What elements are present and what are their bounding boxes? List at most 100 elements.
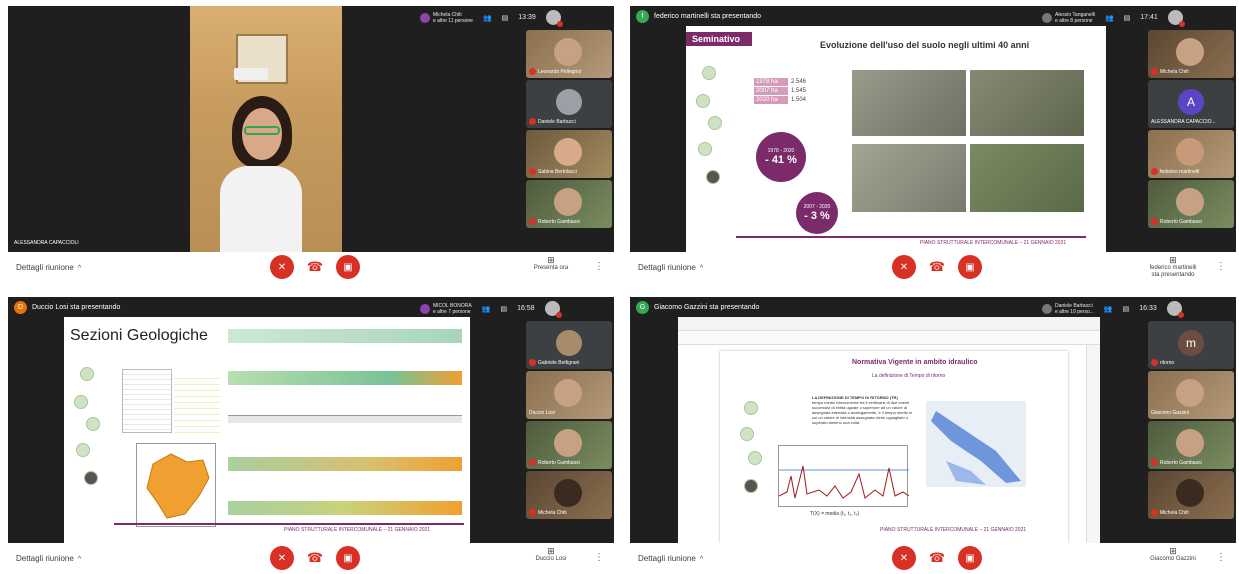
shared-pdf-window: Normativa Vigente in ambito idraulico La… [678,317,1100,543]
meeting-details[interactable]: Dettagli riunione ^ [16,554,81,563]
mic-toggle-button[interactable]: ✕ [270,255,294,279]
pdf-toolbar[interactable] [678,331,1100,345]
participants-summary[interactable]: Michela Chiti e altre 11 persone [420,12,473,24]
present-button[interactable]: ⊞ Giacomo Gazzini [1146,546,1200,563]
more-options-icon[interactable]: ⋮ [594,261,604,272]
slide-subtitle: La definizione di Tempo di ritorno [872,373,946,379]
participant-tile[interactable]: Sabina Bertolacci [526,130,612,178]
camera-toggle-button[interactable]: ▣ [958,546,982,570]
present-button[interactable]: ⊞ Presenta ora [524,256,578,272]
slide-title: Sezioni Geologiche [70,327,208,344]
participants-summary[interactable]: Alessio Tanganelli e altre 8 persone [1042,12,1095,24]
geo-section [228,457,462,471]
chevron-up-icon: ^ [699,556,704,563]
camera-toggle-button[interactable]: ▣ [336,546,360,570]
geo-section [228,501,462,515]
meeting-panel-4: G Giacomo Gazzini sta presentando Normat… [630,297,1236,543]
camera-toggle-button[interactable]: ▣ [958,255,982,279]
chat-icon[interactable]: ▤ [1124,14,1131,22]
chat-icon[interactable]: ▤ [1123,305,1130,313]
meeting-details[interactable]: Dettagli riunione ^ [638,263,703,272]
participant-tile[interactable]: Michela Chiti [526,471,612,519]
participant-tile[interactable]: Daniele Barbucci [526,80,612,128]
slide-title: Normativa Vigente in ambito idraulico [852,359,978,366]
people-icon[interactable]: 👥 [482,305,491,313]
self-view-avatar[interactable] [1167,10,1185,27]
participant-tile[interactable]: Roberto Gambassi [526,180,612,228]
mic-off-icon [1151,359,1158,366]
top-tray: Alessio Tanganelli e altre 8 persone 👥 ▤ … [1042,10,1185,27]
hang-up-button[interactable]: ☎ [925,255,949,279]
participant-tile[interactable]: Gabriele Bettigrani [526,321,612,369]
participant-tile[interactable]: Giacomo Gazzini [1148,371,1234,419]
participants-summary[interactable]: MICOL BONORA e altre 7 persone [420,303,472,315]
meeting-panel-3: D Duccio Losi sta presentando Sezioni Ge… [8,297,614,543]
footer-line [114,523,464,525]
participant-tile[interactable]: Michela Chiti [1148,471,1234,519]
slide-title: Evoluzione dell'uso del suolo negli ulti… [820,40,1030,50]
meeting-details[interactable]: Dettagli riunione ^ [638,554,703,563]
top-tray: Michela Chiti e altre 11 persone 👥 ▤ 13:3… [420,10,563,27]
participant-tile[interactable]: Leonardo Pellegrini [526,30,612,78]
hang-up-button[interactable]: ☎ [303,546,327,570]
people-icon[interactable]: 👥 [1105,14,1114,22]
mic-off-icon [1151,168,1158,175]
clock: 16:58 [517,305,535,312]
more-options-icon[interactable]: ⋮ [1216,552,1226,563]
mic-off-icon [1151,509,1158,516]
more-options-icon[interactable]: ⋮ [594,552,604,563]
chat-icon[interactable]: ▤ [502,14,509,22]
present-button[interactable]: ⊞ federico martinelli sta presentando [1146,256,1200,279]
camera-toggle-button[interactable]: ▣ [336,255,360,279]
participant-tile[interactable]: Roberto Gambassi [1148,421,1234,469]
presenter-banner: G Giacomo Gazzini sta presentando [636,301,759,314]
mic-off-icon [529,509,536,516]
participant-tile[interactable]: Duccio Losi [526,371,612,419]
present-icon: ⊞ [1169,546,1177,556]
presenter-avatar: f [636,10,649,23]
participant-tile[interactable]: federico martinelli [1148,130,1234,178]
participant-tile[interactable]: m ritorno [1148,321,1234,369]
avatar [420,12,430,23]
mic-off-icon [1151,68,1158,75]
mic-off-icon [529,218,536,225]
aerial-photo [970,70,1084,136]
mic-off-icon [529,359,536,366]
meeting-details[interactable]: Dettagli riunione ^ [16,263,81,272]
participant-tile[interactable]: Roberto Gambassi [526,421,612,469]
hang-up-button[interactable]: ☎ [303,255,327,279]
mic-toggle-button[interactable]: ✕ [270,546,294,570]
avatar: A [1178,89,1204,115]
avatar [556,330,582,356]
people-icon[interactable]: 👥 [483,14,492,22]
formula: T(X) = media (t₁, t₂, t₃) [810,511,860,517]
mic-toggle-button[interactable]: ✕ [892,546,916,570]
pdf-sidebar[interactable] [1086,345,1100,543]
geo-section [228,371,462,385]
self-view-avatar[interactable] [1166,301,1184,318]
meeting-panel-2: f federico martinelli sta presentando Se… [630,6,1236,252]
participant-tile[interactable]: Michela Chiti [1148,30,1234,78]
hang-up-button[interactable]: ☎ [925,546,949,570]
clock: 16:33 [1139,305,1157,312]
participant-tile[interactable]: Roberto Gambassi [1148,180,1234,228]
clock: 17:41 [1140,14,1158,21]
self-view-avatar[interactable] [545,10,563,27]
participant-tiles: Gabriele Bettigrani Duccio Losi Roberto … [526,321,612,519]
people-icon[interactable]: 👥 [1104,305,1113,313]
aerial-photo [970,144,1084,212]
top-tray: Daniele Barbucci e altre 10 perso... 👥 ▤ … [1042,301,1184,318]
pdf-page: Normativa Vigente in ambito idraulico La… [720,351,1068,543]
present-button[interactable]: ⊞ Duccio Losi [524,547,578,563]
presenter-banner: D Duccio Losi sta presentando [14,301,120,314]
more-options-icon[interactable]: ⋮ [1216,261,1226,272]
participant-tiles: Michela Chiti A ALESSANDRA CAPACCIO... fe… [1148,30,1234,228]
controls-bar-4: Dettagli riunione ^ ✕ ☎ ▣ ⊞ Giacomo Gazzin… [630,544,1236,574]
mic-toggle-button[interactable]: ✕ [892,255,916,279]
self-view-avatar[interactable] [544,301,562,318]
participants-summary[interactable]: Daniele Barbucci e altre 10 perso... [1042,303,1094,315]
chat-icon[interactable]: ▤ [500,305,507,313]
call-controls: ✕ ☎ ▣ [892,546,982,570]
participant-tile[interactable]: A ALESSANDRA CAPACCIO... [1148,80,1234,128]
clock: 13:39 [518,14,536,21]
